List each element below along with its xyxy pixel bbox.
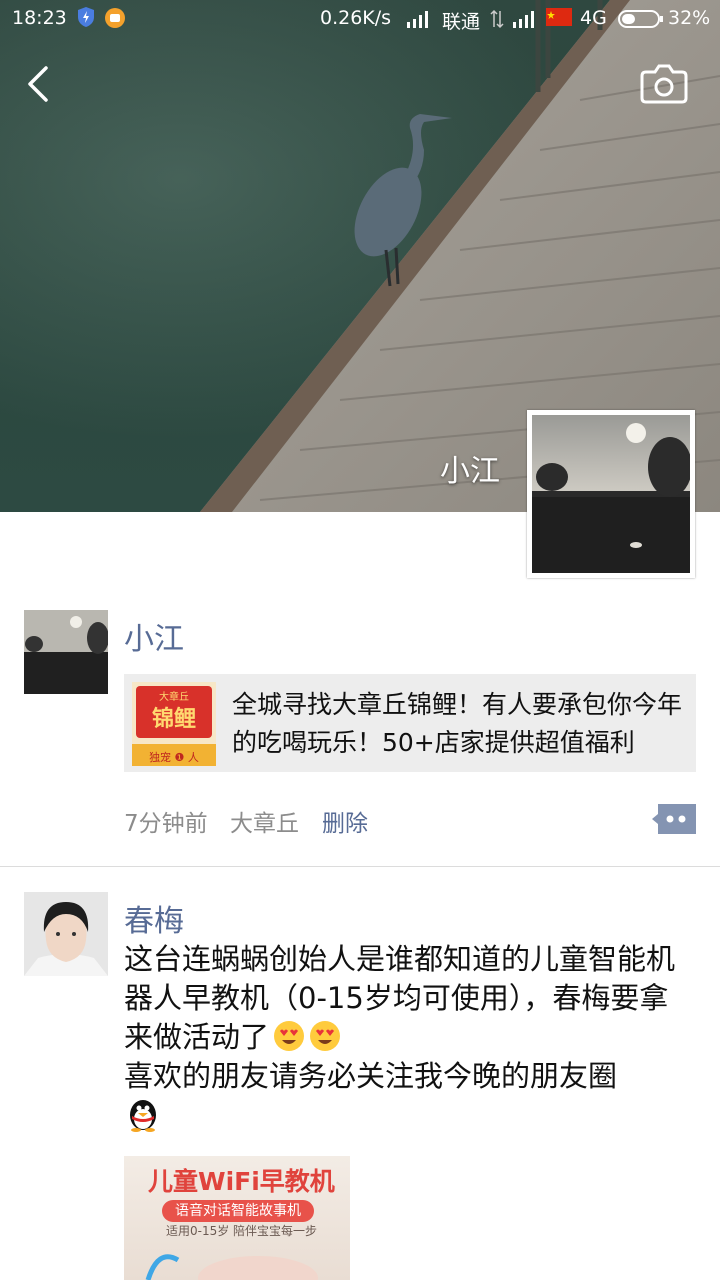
thumb-main-text: 锦鲤 [152, 706, 196, 732]
data-arrows-icon [490, 9, 504, 34]
status-time: 18:23 [12, 7, 67, 29]
status-carrier: 联通 [442, 11, 481, 33]
status-battery: 32% [668, 7, 711, 29]
signal-icon [406, 10, 432, 33]
status-network: 4G [580, 7, 607, 29]
heart-eyes-emoji-icon [309, 1020, 341, 1052]
penguin-emoji-icon [124, 1096, 162, 1132]
signal-icon-2 [512, 10, 538, 33]
heart-eyes-emoji-icon [273, 1020, 305, 1052]
post-text-body: 这台连蜗蜗创始人是谁都知道的儿童智能机器人早教机（0-15岁均可使用），春梅要拿… [124, 942, 676, 1054]
post-location[interactable]: 大章丘 [230, 804, 299, 838]
thumb-bottom-text: 独宠 ❶ 人 [149, 750, 199, 764]
share-title: 全城寻找大章丘锦鲤！有人要承包你今年的吃喝玩乐！50+店家提供超值福利 [232, 690, 683, 757]
profile-avatar[interactable] [527, 410, 695, 578]
cover-username: 小江 [440, 454, 500, 489]
delete-button[interactable]: 删除 [322, 804, 368, 838]
robot-illustration [145, 1254, 318, 1280]
post-image-title: 儿童WiFi早教机 [148, 1167, 335, 1196]
post-image-subtitle: 语音对话智能故事机 [162, 1200, 314, 1222]
app-notification-icon [104, 7, 126, 34]
thumb-top-text: 大章丘 [159, 690, 189, 703]
avatar-portrait [24, 892, 108, 976]
battery-icon [618, 9, 664, 34]
avatar-lake-thumb [24, 610, 108, 694]
status-bar: 18:23 0.26K/s 联通 4G 32% [0, 0, 720, 36]
post-author-name[interactable]: 小江 [124, 614, 184, 658]
post-text: 这台连蜗蜗创始人是谁都知道的儿童智能机器人早教机（0-15岁均可使用），春梅要拿… [124, 940, 684, 1137]
post-time: 7分钟前 [124, 811, 208, 837]
status-speed: 0.26K/s [320, 7, 392, 29]
shield-icon [76, 6, 96, 33]
camera-icon[interactable] [636, 62, 692, 106]
share-thumbnail: 大章丘 锦鲤 独宠 ❶ 人 [132, 682, 216, 766]
post-author-name[interactable]: 春梅 [124, 896, 184, 940]
post-image[interactable]: 儿童WiFi早教机 语音对话智能故事机 适用0-15岁 陪伴宝宝每一步 [124, 1156, 350, 1280]
post-text-line2: 喜欢的朋友请务必关注我今晚的朋友圈 [124, 1059, 618, 1093]
post-avatar[interactable] [24, 610, 108, 694]
post-image-caption: 适用0-15岁 陪伴宝宝每一步 [166, 1224, 318, 1238]
post-avatar[interactable] [24, 892, 108, 976]
comment-icon[interactable] [652, 804, 696, 834]
flag-icon [546, 8, 572, 31]
shared-link-card[interactable]: 大章丘 锦鲤 独宠 ❶ 人 全城寻找大章丘锦鲤！有人要承包你今年的吃喝玩乐！50… [124, 674, 696, 772]
avatar-lake-photo [532, 415, 690, 573]
back-arrow-icon[interactable] [18, 60, 62, 108]
post-divider [0, 866, 720, 867]
